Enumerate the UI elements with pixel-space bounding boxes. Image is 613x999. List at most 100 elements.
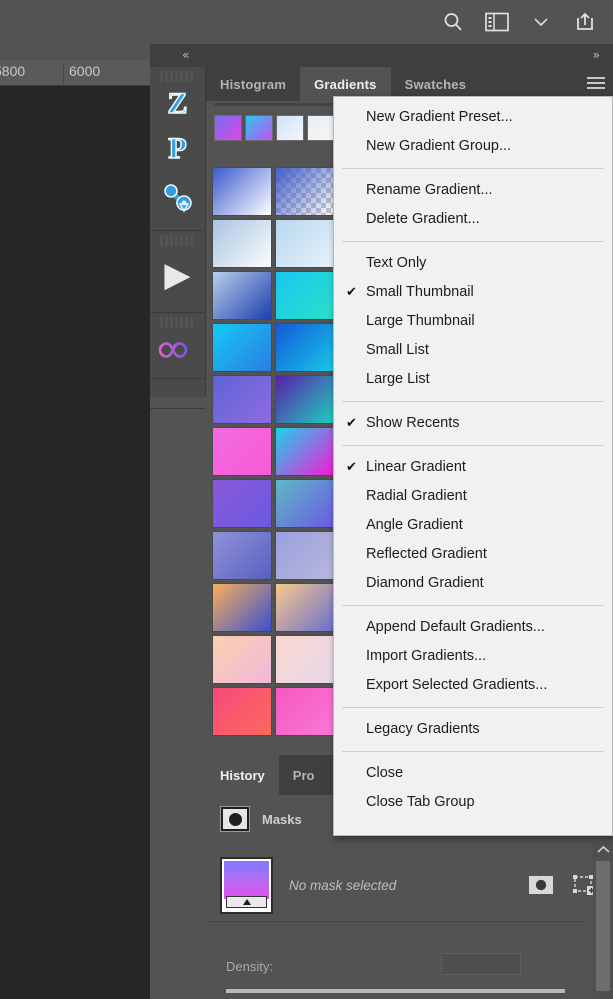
ruler-tick: 5800 [0, 63, 25, 85]
menu-item-label: Small Thumbnail [366, 284, 474, 300]
gradient-swatch[interactable] [275, 167, 335, 216]
panel-collapse-bar: « » [150, 44, 613, 67]
gradient-swatch[interactable] [212, 635, 272, 684]
menu-close[interactable]: Close [334, 759, 612, 788]
mask-status-text: No mask selected [289, 877, 397, 893]
gradient-swatch[interactable] [212, 531, 272, 580]
menu-item-label: Large Thumbnail [366, 313, 475, 329]
rail-group-2: ▶ [150, 235, 205, 313]
search-icon[interactable] [439, 8, 467, 36]
menu-radial-gradient[interactable]: Radial Gradient [334, 482, 612, 511]
menu-separator [342, 751, 604, 752]
linked-nodes-icon [163, 184, 192, 213]
rail-item-p[interactable]: P [150, 126, 205, 172]
rail-item-infinity[interactable] [150, 328, 205, 372]
chevron-down-icon[interactable] [527, 8, 555, 36]
recent-gradient-swatch[interactable] [245, 115, 273, 141]
menu-large-list[interactable]: Large List [334, 365, 612, 394]
share-icon[interactable] [571, 8, 599, 36]
tab-properties[interactable]: Pro [279, 755, 329, 795]
menu-import-gradients[interactable]: Import Gradients... [334, 642, 612, 671]
gradient-swatch[interactable] [212, 271, 272, 320]
masks-label: Masks [262, 811, 302, 827]
gradient-swatch[interactable] [212, 323, 272, 372]
rail-item-play[interactable]: ▶ [150, 246, 205, 304]
density-row: Density: [206, 951, 613, 993]
menu-item-label: Large List [366, 371, 430, 387]
recent-gradient-swatch[interactable] [214, 115, 242, 141]
density-slider[interactable] [226, 989, 565, 993]
mask-selection-row: No mask selected [206, 849, 613, 921]
menu-large-thumbnail[interactable]: Large Thumbnail [334, 307, 612, 336]
gradient-swatch[interactable] [275, 531, 335, 580]
recent-gradient-swatch[interactable] [276, 115, 304, 141]
document-canvas[interactable] [0, 86, 150, 999]
menu-text-only[interactable]: Text Only [334, 249, 612, 278]
menu-reflected-gradient[interactable]: Reflected Gradient [334, 540, 612, 569]
check-icon: ✔ [346, 285, 357, 300]
menu-item-label: Close Tab Group [366, 794, 475, 810]
menu-item-label: New Gradient Group... [366, 138, 512, 154]
menu-linear-gradient[interactable]: ✔ Linear Gradient [334, 453, 612, 482]
gradient-swatch[interactable] [275, 687, 335, 736]
menu-diamond-gradient[interactable]: Diamond Gradient [334, 569, 612, 598]
tab-history[interactable]: History [206, 755, 279, 795]
properties-scrollbar[interactable] [593, 843, 613, 999]
menu-small-list[interactable]: Small List [334, 336, 612, 365]
gradient-swatch[interactable] [275, 583, 335, 632]
menu-separator [342, 445, 604, 446]
infinity-icon [158, 342, 187, 358]
menu-item-label: Rename Gradient... [366, 182, 493, 198]
gradient-swatch[interactable] [212, 427, 272, 476]
horizontal-ruler: 5800 6000 [0, 60, 150, 86]
gradient-swatch[interactable] [212, 167, 272, 216]
menu-append-default-gradients[interactable]: Append Default Gradients... [334, 613, 612, 642]
menu-legacy-gradients[interactable]: Legacy Gradients [334, 715, 612, 744]
gradient-swatch[interactable] [212, 479, 272, 528]
recent-gradients-row [214, 115, 335, 141]
rail-item-z[interactable]: Z [150, 82, 205, 126]
menu-item-label: Linear Gradient [366, 459, 466, 475]
menu-item-label: Export Selected Gradients... [366, 677, 548, 693]
rail-item-nodes[interactable] [150, 172, 205, 224]
gradient-swatch[interactable] [275, 375, 335, 424]
menu-rename-gradient[interactable]: Rename Gradient... [334, 176, 612, 205]
menu-small-thumbnail[interactable]: ✔ Small Thumbnail [334, 278, 612, 307]
menu-separator [342, 241, 604, 242]
collapse-left-icon[interactable]: « [182, 47, 189, 63]
menu-angle-gradient[interactable]: Angle Gradient [334, 511, 612, 540]
tab-histogram[interactable]: Histogram [206, 67, 300, 101]
panel-menu-icon[interactable] [587, 75, 605, 91]
menu-export-selected-gradients[interactable]: Export Selected Gradients... [334, 671, 612, 700]
menu-item-label: New Gradient Preset... [366, 109, 513, 125]
gradient-swatch[interactable] [275, 427, 335, 476]
scrollbar-thumb[interactable] [596, 861, 610, 991]
gradient-swatch[interactable] [212, 375, 272, 424]
chevron-up-icon[interactable] [597, 845, 610, 854]
gradient-swatch[interactable] [275, 219, 335, 268]
gradient-swatch[interactable] [212, 687, 272, 736]
density-value-field[interactable] [441, 953, 521, 975]
rail-item-z-glyph: Z [167, 86, 189, 121]
recent-gradient-swatch[interactable] [307, 115, 335, 141]
menu-new-gradient-preset[interactable]: New Gradient Preset... [334, 103, 612, 132]
gradient-swatch[interactable] [275, 479, 335, 528]
workspace-icon[interactable] [483, 8, 511, 36]
menu-item-label: Close [366, 765, 404, 781]
gradients-panel-flyout-menu: New Gradient Preset... New Gradient Group… [333, 96, 613, 836]
collapse-right-icon[interactable]: » [593, 47, 600, 63]
menu-item-label: Delete Gradient... [366, 211, 480, 227]
menu-show-recents[interactable]: ✔ Show Recents [334, 409, 612, 438]
rail-group-label [160, 71, 195, 82]
menu-delete-gradient[interactable]: Delete Gradient... [334, 205, 612, 234]
menu-separator [342, 605, 604, 606]
mask-thumbnail[interactable] [220, 856, 273, 914]
menu-new-gradient-group[interactable]: New Gradient Group... [334, 132, 612, 161]
gradient-swatch[interactable] [275, 635, 335, 684]
add-pixel-mask-button[interactable] [527, 874, 555, 896]
gradient-swatch[interactable] [275, 323, 335, 372]
gradient-swatch[interactable] [212, 219, 272, 268]
gradient-swatch[interactable] [212, 583, 272, 632]
gradient-swatch[interactable] [275, 271, 335, 320]
menu-close-tab-group[interactable]: Close Tab Group [334, 788, 612, 817]
